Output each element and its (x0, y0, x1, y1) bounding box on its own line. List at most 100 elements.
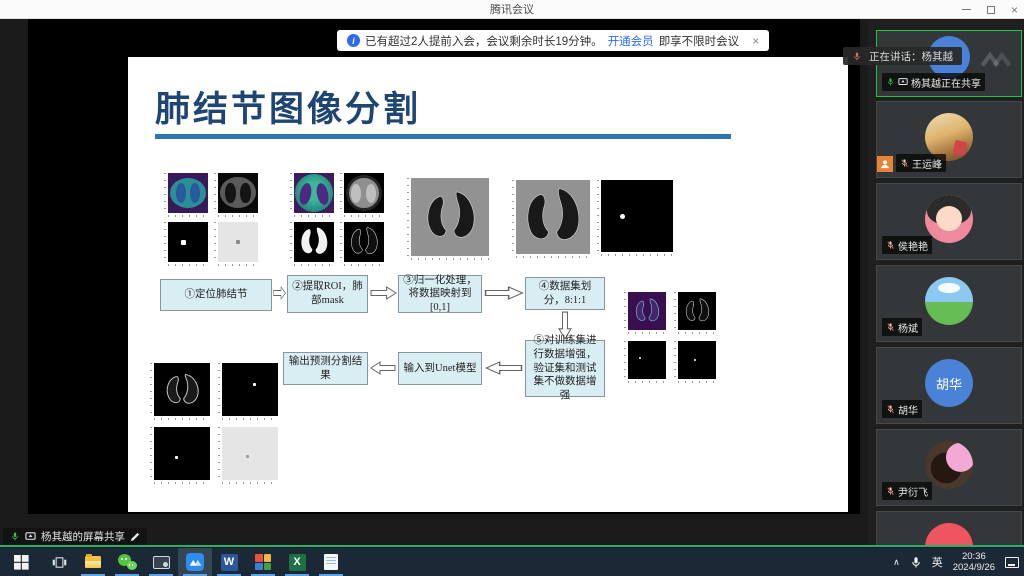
taskbar-app-toolbox[interactable] (246, 548, 280, 576)
tencent-meeting-window: 腾讯会议 × 肺结节图像分割 ①定位肺结节 ② (0, 0, 1024, 576)
pred-dot-image (148, 427, 210, 486)
title-bar: 腾讯会议 × (0, 0, 1024, 19)
nodule-mask-image (595, 180, 673, 258)
share-owner-label: 杨其越的屏幕共享 (41, 529, 125, 544)
taskbar-app-wechat[interactable] (110, 548, 144, 576)
minimize-button[interactable] (962, 9, 971, 10)
speaker-mic-icon (852, 51, 862, 62)
pred-contour-image (148, 363, 210, 422)
ct-colormap-image (162, 173, 208, 219)
file-explorer-icon (85, 556, 101, 568)
participants-sidebar: 杨其越正在共享 王运峰 侯艳艳 杨斌 (868, 19, 1024, 546)
ct-gray-image (212, 173, 258, 219)
host-badge-icon (877, 156, 893, 172)
avatar: 胡华 (925, 359, 973, 407)
notice-text: 已有超过2人提前入会，会议剩余时长19分钟。 (365, 33, 603, 49)
mic-muted-icon (886, 322, 895, 332)
screen-share-status-bar: 杨其越的屏幕共享 (3, 528, 147, 545)
windows-taskbar: W X ∧ 英 20:36 2024/9/26 (0, 548, 1024, 576)
participant-name-badge: 杨斌 (882, 318, 922, 336)
flow-step-1: ①定位肺结节 (160, 279, 272, 311)
taskbar-app-explorer[interactable] (76, 548, 110, 576)
meeting-notice-banner: i 已有超过2人提前入会，会议剩余时长19分钟。 开通会员 即享不限时会议 × (337, 30, 769, 51)
input-language-indicator[interactable]: 英 (932, 554, 943, 570)
participant-tile[interactable]: 杨斌 (876, 265, 1022, 342)
roi-image (510, 180, 590, 260)
close-button[interactable]: × (1011, 4, 1018, 16)
nodule-mask-image (162, 222, 208, 268)
tray-mic-icon[interactable] (910, 556, 922, 569)
meeting-logo-watermark-icon (979, 51, 1013, 68)
start-button[interactable] (0, 548, 42, 576)
flow-step-unet: 输入到Unet模型 (398, 352, 482, 385)
clock[interactable]: 20:36 2024/9/26 (953, 551, 995, 574)
task-view-icon (52, 555, 67, 570)
tray-expand-chevron-icon[interactable]: ∧ (893, 557, 900, 568)
info-icon: i (347, 34, 360, 47)
participant-tile[interactable]: 胡华 胡华 (876, 347, 1022, 424)
aug-colormap-image (622, 292, 666, 336)
taskbar-app-remote-screen[interactable] (144, 548, 178, 576)
annotate-pencil-icon[interactable] (130, 532, 140, 542)
participant-tile[interactable]: 尹衍飞 (876, 429, 1022, 506)
mic-muted-icon (886, 486, 895, 496)
banner-close-icon[interactable]: × (752, 34, 759, 48)
mic-on-icon (10, 531, 20, 542)
lung-contour-image (338, 222, 384, 268)
wechat-icon (118, 554, 137, 570)
screen-tool-icon (153, 556, 170, 569)
mic-on-icon (886, 77, 895, 87)
avatar (925, 523, 973, 546)
participant-name-badge: 胡华 (882, 400, 922, 418)
participant-name-badge: 尹衍飞 (882, 482, 932, 500)
taskbar-app-excel[interactable]: X (280, 548, 314, 576)
taskbar-app-notepad[interactable] (314, 548, 348, 576)
flow-step-4: ④数据集划分，8:1:1 (525, 277, 605, 310)
tencent-meeting-icon (186, 553, 204, 571)
tray-time: 20:36 (962, 551, 986, 562)
flow-step-2: ②提取ROI，肺部mask (287, 275, 368, 313)
system-tray: ∧ 英 20:36 2024/9/26 (893, 548, 1019, 576)
participant-name-badge: 王运峰 (896, 154, 946, 172)
upgrade-membership-link[interactable]: 开通会员 (608, 33, 654, 49)
taskbar-app-tencent-meeting[interactable] (178, 548, 212, 576)
tray-date: 2024/9/26 (953, 562, 995, 573)
speaking-indicator-toast: 正在讲话：杨其越 (843, 47, 962, 65)
taskbar-app-word[interactable]: W (212, 548, 246, 576)
mic-muted-icon (886, 240, 895, 250)
aug-mask-image (622, 341, 666, 385)
participant-tile[interactable]: 王运峰 (876, 101, 1022, 178)
window-title: 腾讯会议 (490, 1, 534, 17)
share-border-line (0, 545, 1024, 547)
arrow-left-icon (370, 361, 396, 375)
maximize-button[interactable] (987, 6, 995, 14)
aug-mask-image (672, 341, 716, 385)
presentation-slide: 肺结节图像分割 ①定位肺结节 ②提取ROI，肺部mask ③归一化处理，将数据映… (128, 57, 848, 512)
action-center-icon[interactable] (1005, 557, 1019, 568)
roi-image (405, 178, 489, 262)
participant-name-badge: 杨其越正在共享 (882, 73, 985, 91)
avatar (925, 195, 973, 243)
title-underline (155, 134, 731, 139)
excel-icon: X (289, 554, 306, 571)
screen-share-icon (898, 77, 908, 87)
avatar (925, 277, 973, 325)
arrow-left-icon (485, 361, 523, 375)
arrow-right-icon (484, 286, 524, 300)
windows-logo-icon (14, 555, 29, 570)
flow-step-3: ③归一化处理，将数据映射到[0,1] (398, 275, 482, 313)
nodule-light-image (212, 222, 258, 268)
lung-mask-image (288, 222, 334, 268)
task-view-button[interactable] (42, 548, 76, 576)
arrow-right-icon (370, 286, 397, 300)
shared-screen-region: 肺结节图像分割 ①定位肺结节 ②提取ROI，肺部mask ③归一化处理，将数据映… (28, 19, 860, 514)
word-icon: W (221, 554, 238, 571)
mic-muted-icon (900, 158, 909, 168)
arrow-right-icon (273, 286, 286, 300)
flow-step-output: 输出预测分割结果 (283, 352, 368, 385)
flow-step-5: ⑤对训练集进行数据增强，验证集和测试集不做数据增强 (525, 340, 605, 397)
participant-tile[interactable]: 侯艳艳 (876, 183, 1022, 260)
avatar (925, 441, 973, 489)
participant-tile[interactable] (876, 511, 1022, 546)
participant-name-badge: 侯艳艳 (882, 236, 932, 254)
